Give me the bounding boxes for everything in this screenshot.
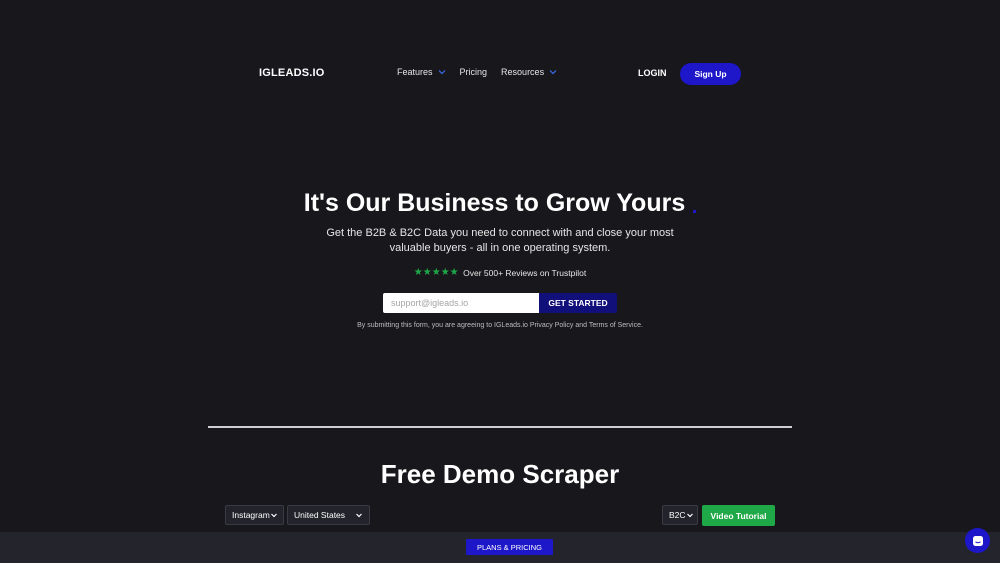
stars-glyphs: ★★★★★ xyxy=(413,267,459,278)
video-tutorial-button[interactable]: Video Tutorial xyxy=(702,505,775,526)
platform-select[interactable]: Instagram xyxy=(225,505,284,525)
demo-title: Free Demo Scraper xyxy=(380,459,620,489)
hero-subtitle: Get the B2B & B2C Data you need to conne… xyxy=(326,227,674,254)
form-disclaimer: By submitting this form, you are agreein… xyxy=(357,322,643,329)
main-nav: Features Pricing Resources xyxy=(397,67,571,77)
type-select[interactable]: B2C xyxy=(662,505,698,525)
nav-item-label: Features xyxy=(397,67,433,77)
chevron-down-icon xyxy=(549,68,557,76)
chat-icon[interactable] xyxy=(965,528,990,553)
nav-item-label: Resources xyxy=(501,67,545,77)
section-divider xyxy=(208,426,792,428)
nav-item-resources[interactable]: Resources xyxy=(501,67,557,77)
star-icon: ★★★★★ xyxy=(414,268,459,278)
plans-pricing-button[interactable]: PLANS & PRICING xyxy=(466,539,553,555)
signup-button[interactable]: Sign Up xyxy=(680,63,741,85)
get-started-button[interactable]: GET STARTED xyxy=(539,293,617,313)
chevron-down-icon xyxy=(355,511,363,519)
nav-item-pricing[interactable]: Pricing xyxy=(460,67,488,77)
type-select-value: B2C xyxy=(669,510,686,520)
platform-select-value: Instagram xyxy=(232,510,270,520)
reviews-text: Over 500+ Reviews on Trustpilot xyxy=(463,268,587,278)
accent-dot xyxy=(693,210,697,213)
email-input[interactable] xyxy=(383,293,539,313)
login-link[interactable]: LOGIN xyxy=(638,68,667,78)
country-select-value: United States xyxy=(294,510,346,520)
nav-item-features[interactable]: Features xyxy=(397,67,446,77)
chevron-down-icon xyxy=(438,68,446,76)
chevron-down-icon xyxy=(686,511,694,519)
chevron-down-icon xyxy=(270,511,278,519)
logo[interactable]: IGLEADS.IO xyxy=(259,67,325,79)
hero-title-text: It's Our Business to Grow Yours xyxy=(303,189,686,217)
trustpilot-reviews: ★★★★★ Over 500+ Reviews on Trustpilot xyxy=(0,268,1000,279)
country-select[interactable]: United States xyxy=(287,505,370,525)
hero-title: It's Our Business to Grow Yours xyxy=(0,189,1000,218)
nav-item-label: Pricing xyxy=(459,67,488,77)
